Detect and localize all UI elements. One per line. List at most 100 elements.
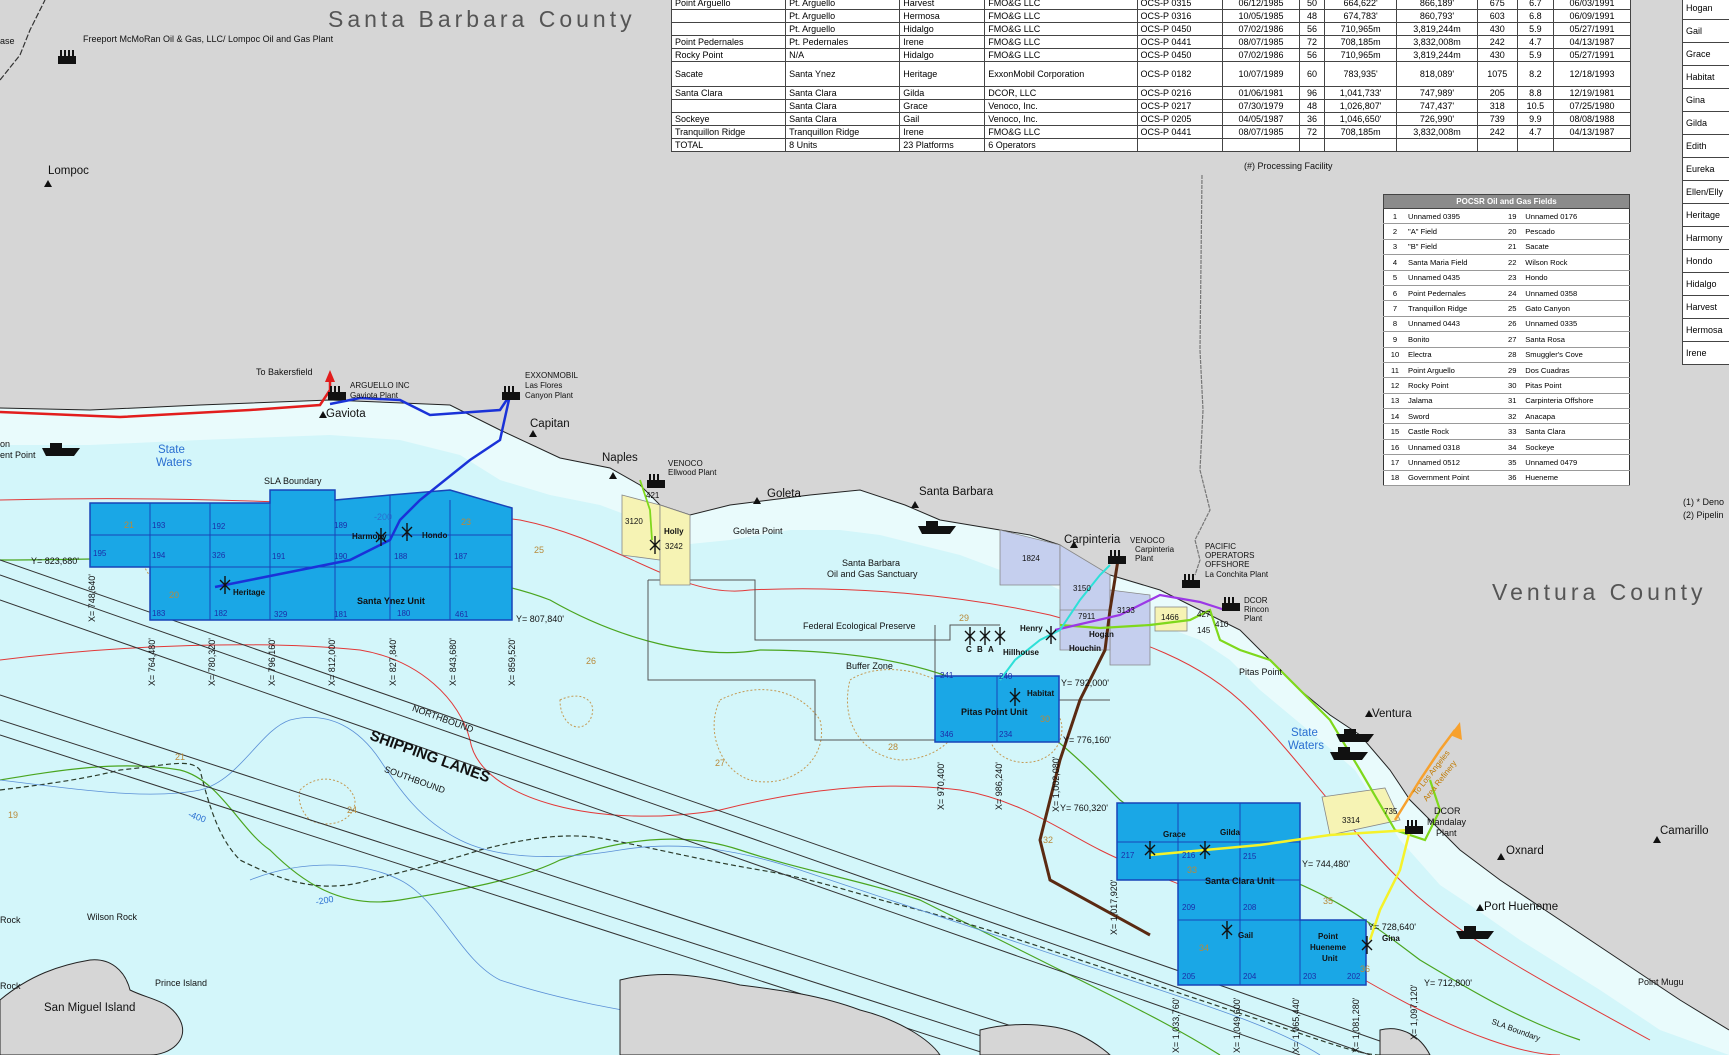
field-num-36: 36 xyxy=(1360,964,1371,974)
platform-table-cell: Sockeye xyxy=(670,112,787,126)
platform-table-cell: 242 xyxy=(1476,125,1518,139)
place-port-hueneme: Port Hueneme xyxy=(1484,901,1559,913)
right-table-row: Hermosa xyxy=(1682,318,1729,342)
facility-pacific-1: PACIFIC xyxy=(1205,542,1236,551)
offshore-map xyxy=(0,0,1729,1055)
fields-table-cell: 11 xyxy=(1383,362,1406,379)
right-table-cell: Eureka xyxy=(1682,157,1729,181)
facility-arguello-2: Gaviota Plant xyxy=(350,391,399,400)
right-table-row: Grace xyxy=(1682,42,1729,66)
platform-table: Point Arguello Pt. Arguello Harvest FMO&G L… xyxy=(670,0,1632,152)
place-camarillo: Camarillo xyxy=(1660,825,1709,837)
fields-table-cell: Santa Clara xyxy=(1523,423,1630,440)
platform-table-cell: OCS-P 0316 xyxy=(1136,9,1224,23)
fields-table-row: 16 Unnamed 0318 34 Sockeye xyxy=(1383,439,1630,456)
field-num-33: 33 xyxy=(1187,865,1198,875)
fields-table-cell: Carpinteria Offshore xyxy=(1523,393,1630,410)
right-table-row: Hondo xyxy=(1682,249,1729,273)
platform-b: B xyxy=(977,645,983,654)
unit-santa-clara: Santa Clara Unit xyxy=(1205,876,1275,886)
fields-table-cell: 33 xyxy=(1501,423,1524,440)
county-ventura: Ventura County xyxy=(1492,579,1707,605)
right-table-cell: Hogan xyxy=(1682,0,1729,20)
platform-table-cell: 6.7 xyxy=(1516,0,1554,10)
platform-gina: Gina xyxy=(1382,934,1400,943)
platform-table-cell: OCS-P 0315 xyxy=(1136,0,1224,10)
platform-table-cell: 08/07/1985 xyxy=(1222,35,1300,49)
fields-table-cell: 19 xyxy=(1501,208,1524,225)
platform-table-cell: 50 xyxy=(1298,0,1326,10)
platform-table-cell: 710,965m xyxy=(1324,22,1398,36)
platform-table-cell: 747,989' xyxy=(1396,86,1478,100)
platform-table-cell: 10.5 xyxy=(1516,99,1554,113)
platform-table-cell: Gilda xyxy=(899,86,986,100)
platform-table-cell: 48 xyxy=(1298,9,1326,23)
zone-state-waters-2: Waters xyxy=(156,457,192,469)
right-table-row: Harmony xyxy=(1682,226,1729,250)
fields-table-cell: Castle Rock xyxy=(1406,423,1502,440)
platform-hogan: Hogan xyxy=(1089,630,1114,639)
place-lompoc: Lompoc xyxy=(48,165,89,177)
place-rock-2: Rock xyxy=(0,981,21,991)
facility-pacific-2: OPERATORS xyxy=(1205,551,1255,560)
platform-table-cell: 07/30/1979 xyxy=(1222,99,1300,113)
tract-label-188: 188 xyxy=(394,552,408,561)
tract-label-3120: 3120 xyxy=(625,517,643,526)
place-oxnard: Oxnard xyxy=(1506,845,1544,857)
facility-arguello-1: ARGUELLO INC xyxy=(350,381,410,390)
platform-harmony: Harmony xyxy=(352,532,387,541)
fields-table-body: 1 Unnamed 0395 19 Unnamed 0176 2 "A" Field 20 P… xyxy=(1383,208,1630,487)
right-table-row: Hidalgo xyxy=(1682,272,1729,296)
coord-x796160: X= 796,160' xyxy=(267,637,277,686)
platform-table-cell: 5.9 xyxy=(1516,22,1554,36)
platform-table-cell: Hidalgo xyxy=(899,48,986,62)
platform-table-cell: 3,819,244m xyxy=(1396,48,1478,62)
fields-table-cell: Hondo xyxy=(1523,270,1630,286)
zone-buffer-zone: Buffer Zone xyxy=(846,661,893,671)
platform-hillhouse: Hillhouse xyxy=(1003,648,1040,657)
tract-label-193: 193 xyxy=(152,521,166,530)
platform-table-cell: OCS-P 0450 xyxy=(1136,22,1224,36)
platform-holly: Holly xyxy=(664,527,684,536)
zone-state-waters-1: State xyxy=(158,444,185,456)
right-note-1: (1) * Deno xyxy=(1683,497,1725,507)
tract-label-194: 194 xyxy=(152,551,166,560)
platform-table-cell: 36 xyxy=(1298,112,1326,126)
fields-table-cell: 8 xyxy=(1383,316,1406,333)
platform-table-row: Sockeye Santa Clara Gail Venoco, Inc. OCS-P … xyxy=(670,112,1632,126)
platform-table-row: Point Pedernales Pt. Pedernales Irene FMO&G… xyxy=(670,35,1632,49)
coord-x1049600: X= 1,049,600' xyxy=(1232,997,1242,1053)
fields-table-cell: 2 xyxy=(1383,223,1406,240)
fields-table-cell: 1 xyxy=(1383,208,1406,225)
right-table-row: Hogan xyxy=(1682,0,1729,20)
right-table-row: Heritage xyxy=(1682,203,1729,227)
fields-table-cell: 31 xyxy=(1501,393,1524,410)
field-num-27: 27 xyxy=(715,758,726,768)
platform-table-cell: 860,793' xyxy=(1396,9,1478,23)
fields-table-cell: Unnamed 0176 xyxy=(1523,208,1630,225)
right-table-row: Gail xyxy=(1682,19,1729,43)
right-table-body: Hogan Gail Grace Habitat Gina Gilda Edith Eurek… xyxy=(1682,0,1729,365)
tract-label-346: 346 xyxy=(940,730,954,739)
platform-table-cell xyxy=(1324,138,1398,152)
platform-table-cell: 12/19/1981 xyxy=(1552,86,1632,100)
tract-label-209: 209 xyxy=(1182,903,1196,912)
fields-table-cell: Pescado xyxy=(1523,223,1630,240)
fields-table-row: 15 Castle Rock 33 Santa Clara xyxy=(1383,423,1630,440)
platform-table-cell: FMO&G LLC xyxy=(984,22,1138,36)
platform-table-cell: 430 xyxy=(1476,48,1518,62)
field-num-23: 23 xyxy=(461,517,472,527)
unit-point-hueneme-2: Hueneme xyxy=(1310,943,1347,952)
platform-table-cell: 675 xyxy=(1476,0,1518,10)
fields-table-cell: Unnamed 0512 xyxy=(1406,454,1502,471)
facility-pacific-3: OFFSHORE xyxy=(1205,560,1250,569)
platform-table-cell: 8 Units xyxy=(785,138,901,152)
map-stage: Santa Barbara County Ventura County Lomp… xyxy=(0,0,1729,1055)
right-table-cell: Harvest xyxy=(1682,295,1729,319)
tract-label-3242: 3242 xyxy=(665,542,683,551)
right-table-cell: Ellen/Elly xyxy=(1682,180,1729,204)
facility-venoco-ellwood-2: Ellwood Plant xyxy=(668,468,717,477)
platform-table-cell: 726,990' xyxy=(1396,112,1478,126)
platform-table-cell: 710,965m xyxy=(1324,48,1398,62)
platform-table-cell: 6.8 xyxy=(1516,9,1554,23)
